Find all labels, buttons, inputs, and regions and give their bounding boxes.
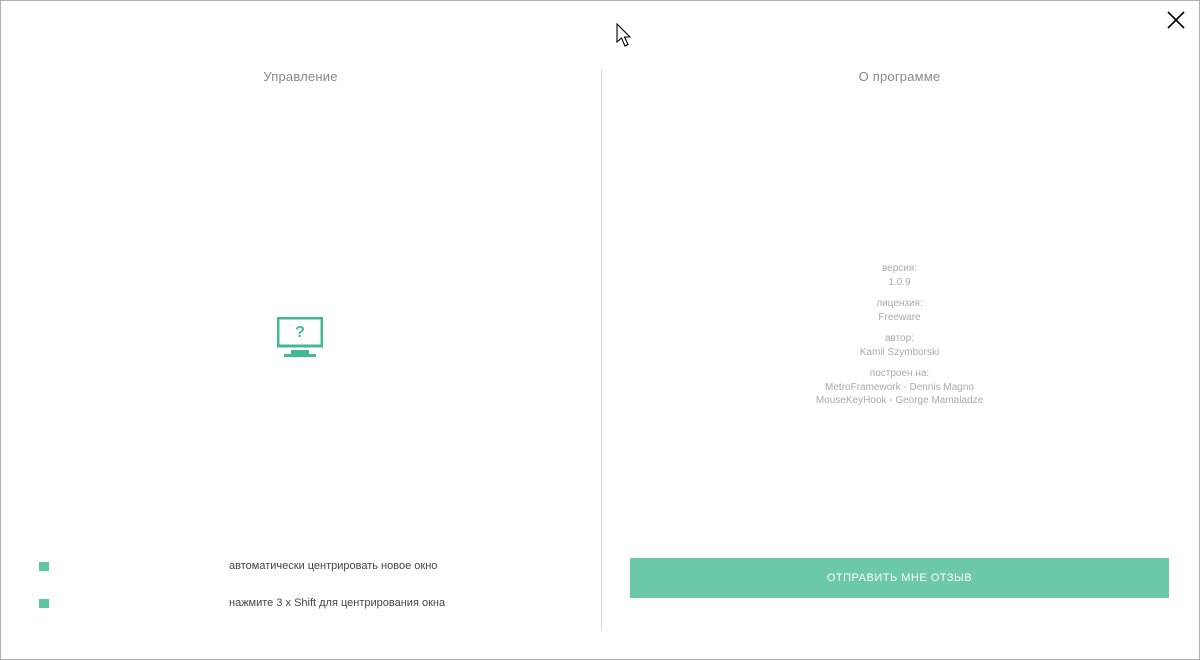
toggle-shift-center-row: нажмите 3 x Shift для центрирования окна (39, 597, 445, 609)
cursor-icon (616, 23, 634, 49)
app-window: Управление ? автоматически центрировать … (0, 0, 1200, 660)
version-value: 1.0.9 (600, 276, 1199, 290)
built-on-value-2: MouseKeyHook - George Mamaladze (600, 394, 1199, 408)
right-pane-about: О программе версия: 1.0.9 лицензия: Free… (600, 69, 1199, 631)
license-label: лицензия: (600, 297, 1199, 311)
version-label: версия: (600, 262, 1199, 276)
about-title: О программе (600, 69, 1199, 84)
about-info-block: версия: 1.0.9 лицензия: Freeware автор: … (600, 262, 1199, 416)
toggle-shift-center[interactable] (39, 599, 49, 608)
author-label: автор: (600, 332, 1199, 346)
license-value: Freeware (600, 311, 1199, 325)
left-pane-management: Управление ? автоматически центрировать … (1, 69, 600, 631)
management-title: Управление (1, 69, 600, 84)
send-feedback-button[interactable]: ОТПРАВИТЬ МНЕ ОТЗЫВ (630, 558, 1169, 598)
svg-text:?: ? (295, 324, 305, 341)
toggle-auto-center[interactable] (39, 562, 49, 571)
toggle-auto-center-label: автоматически центрировать новое окно (229, 560, 437, 572)
close-icon (1167, 16, 1185, 33)
built-on-label: построен на: (600, 367, 1199, 381)
monitor-placeholder-icon[interactable]: ? (277, 317, 323, 357)
built-on-value-1: MetroFramework - Dennis Magno (600, 381, 1199, 395)
author-value: Kamil Szymborski (600, 346, 1199, 360)
close-button[interactable] (1167, 11, 1185, 29)
toggle-shift-center-label: нажмите 3 x Shift для центрирования окна (229, 597, 445, 609)
toggle-auto-center-row: автоматически центрировать новое окно (39, 560, 437, 572)
